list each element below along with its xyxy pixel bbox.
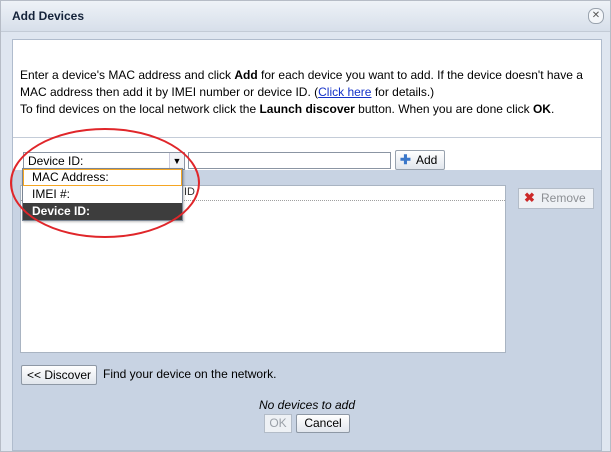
add-device-row: Device ID: ▼ ✚ Add <box>13 138 601 170</box>
option-label: Device ID: <box>32 204 91 218</box>
list-header-id: ID <box>184 186 195 198</box>
details-link[interactable]: Click here <box>318 85 371 99</box>
intro-text-5: button. When you are done click <box>354 102 533 116</box>
option-imei[interactable]: IMEI #: <box>23 186 182 203</box>
option-label: IMEI #: <box>32 187 71 201</box>
empty-message: No devices to add <box>258 398 356 412</box>
intro-launch-word: Launch discover <box>259 102 355 116</box>
instructions: Enter a device's MAC address and click A… <box>13 40 601 138</box>
option-device-id[interactable]: Device ID: <box>23 203 182 220</box>
cancel-button[interactable]: Cancel <box>296 414 350 433</box>
discover-button[interactable]: << Discover <box>21 365 97 385</box>
add-button[interactable]: ✚ Add <box>395 150 445 170</box>
intro-text-4: To find devices on the local network cli… <box>20 102 260 116</box>
remove-button-label: Remove <box>541 191 586 205</box>
dialog-body: Enter a device's MAC address and click A… <box>12 39 602 451</box>
dialog-titlebar: Add Devices ✕ <box>1 1 610 32</box>
option-label: MAC Address: <box>32 170 109 184</box>
intro-add-word: Add <box>234 68 258 82</box>
intro-ok-word: OK <box>532 102 551 116</box>
add-devices-dialog: Add Devices ✕ Enter a device's MAC addre… <box>0 0 611 452</box>
dialog-title: Add Devices <box>12 9 85 23</box>
close-icon[interactable]: ✕ <box>588 8 604 24</box>
remove-button[interactable]: ✖ Remove <box>518 188 594 209</box>
remove-icon: ✖ <box>524 190 535 205</box>
plus-icon: ✚ <box>400 152 411 167</box>
instructions-text: Enter a device's MAC address and click A… <box>20 67 595 118</box>
add-button-label: Add <box>416 153 438 167</box>
intro-text-1: Enter a device's MAC address and click <box>20 68 235 82</box>
option-mac-address[interactable]: MAC Address: <box>23 169 182 186</box>
id-type-value: Device ID: <box>28 154 84 168</box>
intro-text-6: . <box>550 102 555 116</box>
intro-text-3: for details.) <box>371 85 435 99</box>
id-type-dropdown: MAC Address: IMEI #: Device ID: <box>22 168 183 221</box>
ok-button[interactable]: OK <box>264 414 292 433</box>
device-id-input[interactable] <box>188 152 391 169</box>
discover-hint: Find your device on the network. <box>103 367 277 381</box>
chevron-down-icon[interactable]: ▼ <box>169 153 184 169</box>
